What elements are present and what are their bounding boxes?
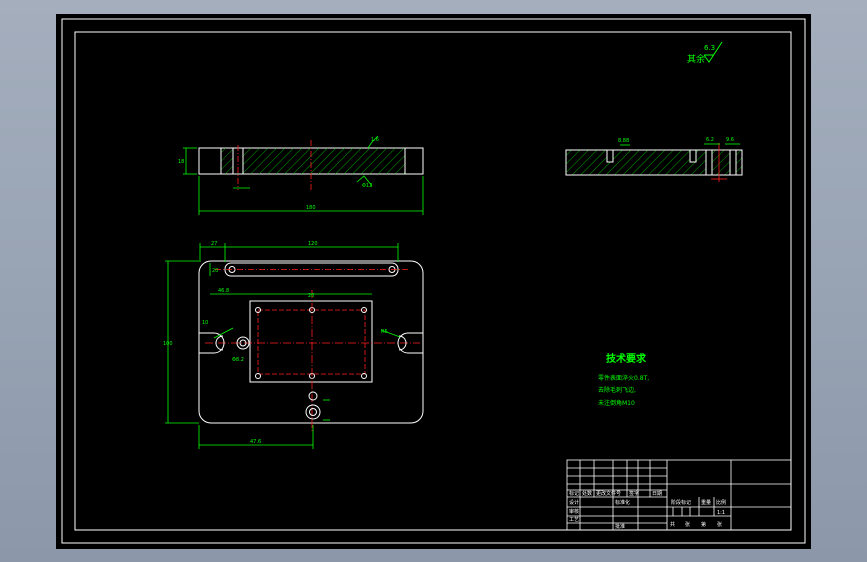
tb-sheet-total: 共 (670, 521, 675, 528)
cad-drawing-canvas[interactable]: 其余 6.3 18 180 1.6 Φ12 8.88 6.2 9.6 27 12… (0, 0, 867, 562)
dim-side-hole: Φ12 (362, 183, 372, 189)
tb-date: 日期 (652, 491, 662, 497)
tb-process: 工艺 (569, 517, 579, 523)
dim-inner-left: 46.8 (218, 288, 229, 294)
dim-top-span: 120 (308, 241, 318, 247)
notes-line-1: 零件表面淬火0.8T, (598, 374, 649, 382)
tb-count: 处数 (582, 490, 592, 497)
tb-sign: 签字 (629, 490, 639, 497)
tb-sheet-unit-a: 张 (685, 521, 690, 528)
tb-scale-value: 1:1 (717, 510, 725, 516)
dim-left-total: 100 (163, 341, 173, 347)
dim-surface: 1.6 (371, 137, 379, 143)
dim-hole: Φ8.2 (232, 357, 244, 363)
drawing-sheet (56, 14, 811, 549)
tb-stage: 阶段标记 (671, 499, 691, 506)
tb-weight: 重量 (701, 499, 711, 506)
dim-end-left: 8.88 (618, 138, 629, 144)
dim-left-slot: 10 (202, 320, 208, 326)
dim-top-left: 27 (211, 241, 217, 247)
dim-radius: R5 (381, 329, 388, 335)
tb-approve: 批准 (615, 523, 625, 530)
dim-end-right-b: 9.6 (726, 137, 734, 143)
dim-total-length: 180 (306, 205, 316, 211)
tb-sheet-no: 第 (701, 521, 706, 528)
tb-standard: 标准化 (615, 499, 630, 506)
tb-mark: 标记 (569, 490, 579, 497)
tb-change-doc: 更改文件号 (596, 490, 621, 497)
dim-bottom-offset: 47.6 (250, 439, 261, 445)
tb-sheet-unit-b: 张 (717, 521, 722, 528)
tb-design: 设计 (569, 499, 579, 506)
dim-pocket-width: 20 (308, 293, 314, 299)
dim-height: 18 (178, 159, 184, 165)
dim-slot: 20 (212, 268, 218, 274)
tb-scale: 比例 (716, 499, 726, 506)
tb-check: 审核 (569, 508, 579, 515)
roughness-note: 其余 (687, 53, 705, 65)
roughness-value: 6.3 (704, 44, 715, 52)
notes-heading: 技术要求 (606, 352, 647, 365)
notes-line-2: 去除毛刺飞边, (598, 386, 636, 394)
notes-line-3: 未注倒角M10 (598, 399, 635, 407)
dim-end-right-a: 6.2 (706, 137, 714, 143)
